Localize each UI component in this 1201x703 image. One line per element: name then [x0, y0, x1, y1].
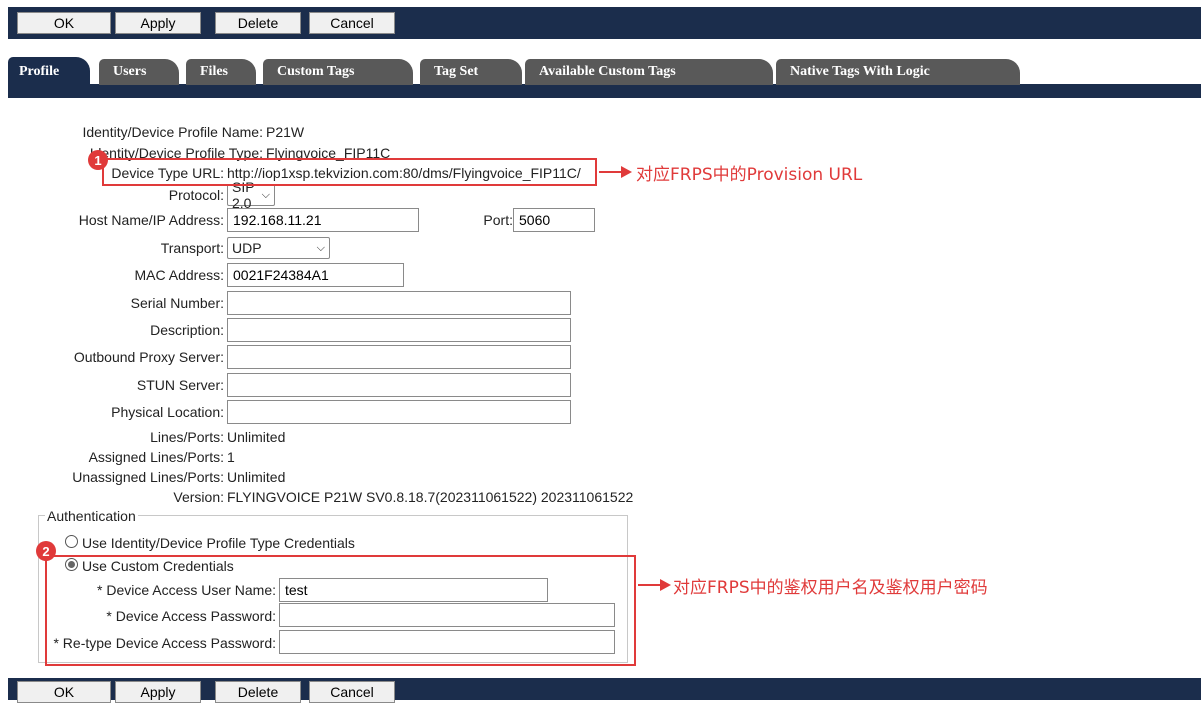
tab-profile[interactable]: Profile — [8, 57, 90, 87]
mac-input[interactable] — [227, 263, 404, 287]
tab-available-custom-tags[interactable]: Available Custom Tags — [525, 59, 773, 85]
tab-custom-tags[interactable]: Custom Tags — [263, 59, 413, 85]
physical-location-input[interactable] — [227, 400, 571, 424]
protocol-select[interactable]: SIP 2.0 ⌵ — [227, 179, 275, 211]
mac-label: MAC Address: — [134, 267, 224, 283]
host-label: Host Name/IP Address: — [78, 212, 224, 228]
option-profile-type-label: Use Identity/Device Profile Type Credent… — [82, 535, 355, 551]
tab-strip — [8, 84, 1201, 98]
apply-button[interactable]: Apply — [115, 12, 201, 34]
transport-select[interactable]: UDP ⌵ — [227, 237, 330, 259]
version-label: Version: — [173, 489, 224, 505]
annotation-badge-2: 2 — [36, 541, 56, 561]
unassigned-value: Unlimited — [227, 469, 286, 485]
stun-input[interactable] — [227, 373, 571, 397]
description-input[interactable] — [227, 318, 571, 342]
stun-label: STUN Server: — [136, 377, 224, 393]
profile-name-label: Identity/Device Profile Name: — [82, 124, 263, 140]
port-label: Port: — [483, 212, 513, 228]
assigned-value: 1 — [227, 449, 235, 465]
tab-tag-set[interactable]: Tag Set — [420, 59, 522, 85]
assigned-label: Assigned Lines/Ports: — [88, 449, 224, 465]
host-input[interactable] — [227, 208, 419, 232]
annotation-badge-1: 1 — [88, 150, 108, 170]
physical-location-label: Physical Location: — [111, 404, 224, 420]
unassigned-label: Unassigned Lines/Ports: — [72, 469, 224, 485]
tab-native-tags-with-logic[interactable]: Native Tags With Logic — [776, 59, 1020, 85]
lines-ports-label: Lines/Ports: — [150, 429, 224, 445]
port-input[interactable] — [513, 208, 595, 232]
serial-input[interactable] — [227, 291, 571, 315]
transport-label: Transport: — [160, 240, 224, 256]
arrow-right-icon — [638, 579, 671, 591]
lines-ports-value: Unlimited — [227, 429, 286, 445]
tab-files[interactable]: Files — [186, 59, 256, 85]
annotation-box-credentials — [45, 555, 636, 666]
annotation-note-2: 对应FRPS中的鉴权用户名及鉴权用户密码 — [673, 578, 988, 598]
chevron-down-icon: ⌵ — [261, 188, 270, 201]
tab-bar: Profile Users Files Custom Tags Tag Set … — [8, 55, 1201, 98]
outbound-proxy-label: Outbound Proxy Server: — [73, 349, 224, 365]
version-value: FLYINGVOICE P21W SV0.8.18.7(202311061522… — [227, 489, 634, 505]
description-label: Description: — [150, 322, 224, 338]
tab-users[interactable]: Users — [99, 59, 179, 85]
protocol-label: Protocol: — [168, 187, 224, 203]
annotation-note-1: 对应FRPS中的Provision URL — [636, 165, 863, 185]
cancel-button[interactable]: Cancel — [309, 12, 395, 34]
outbound-proxy-input[interactable] — [227, 345, 571, 369]
serial-label: Serial Number: — [130, 295, 224, 311]
annotation-box-url — [102, 158, 597, 186]
radio-profile-type-credentials[interactable] — [65, 535, 78, 548]
delete-button[interactable]: Delete — [215, 12, 301, 34]
authentication-legend: Authentication — [45, 508, 138, 524]
ok-button[interactable]: OK — [17, 12, 111, 34]
profile-name-value: P21W — [266, 124, 305, 140]
bottom-toolbar: OK Apply Delete Cancel — [8, 678, 1201, 703]
arrow-right-icon — [599, 166, 632, 178]
top-toolbar: OK Apply Delete Cancel — [8, 7, 1201, 39]
transport-value: UDP — [232, 240, 262, 256]
chevron-down-icon: ⌵ — [316, 241, 325, 254]
